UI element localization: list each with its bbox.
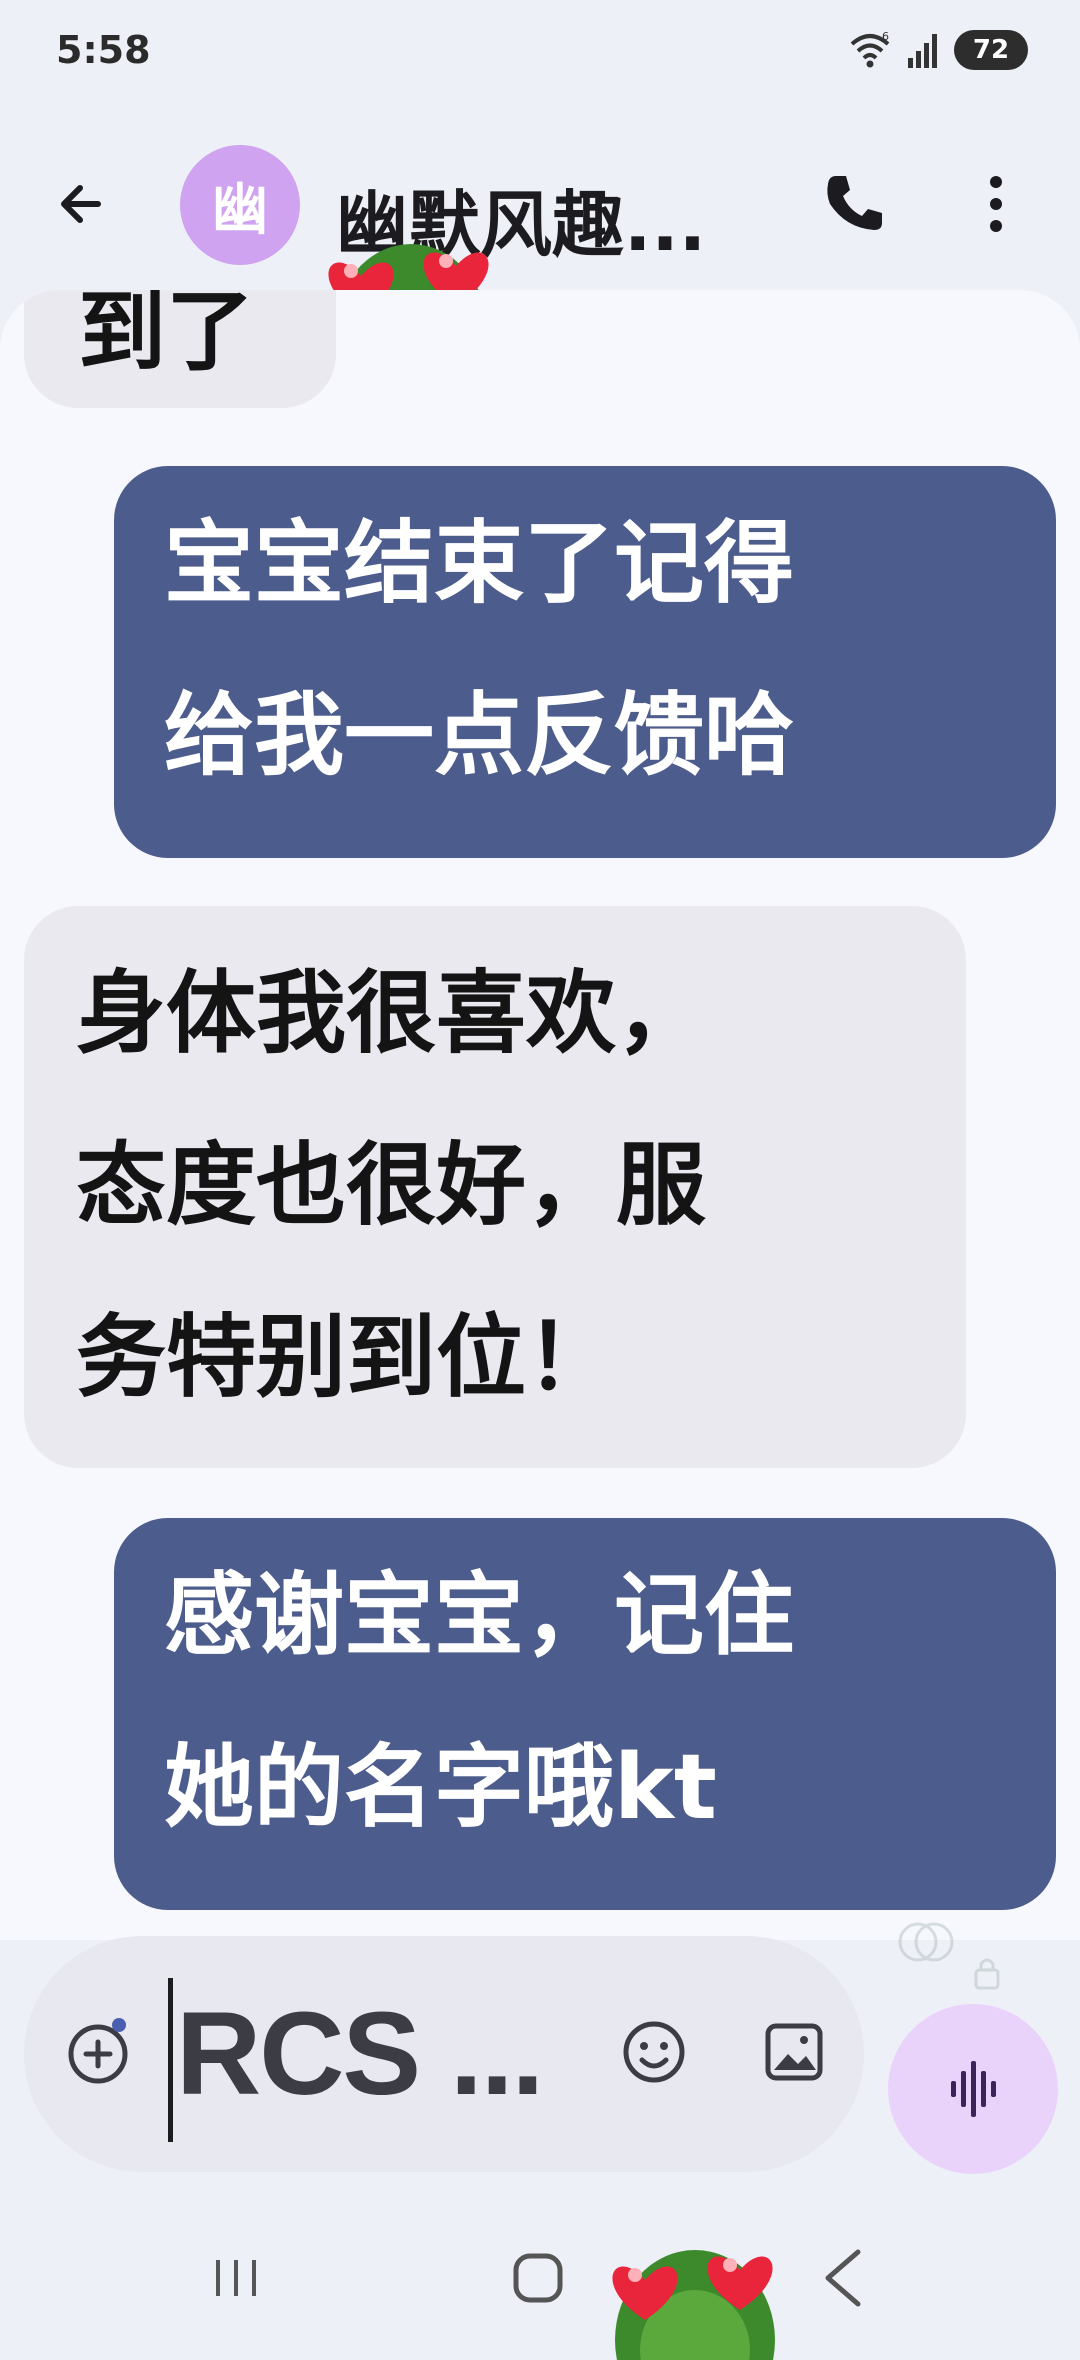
waveform-icon xyxy=(951,2061,996,2117)
message-bubble-incoming[interactable]: 到了 xyxy=(24,290,336,408)
status-bar: 5:58 6 72 xyxy=(0,0,1080,110)
message-bubble-incoming[interactable]: 身体我很喜欢， 态度也很好，服 务特别到位！ xyxy=(24,906,966,1468)
voice-message-button[interactable] xyxy=(888,2004,1058,2174)
message-bubble-outgoing[interactable]: 感谢宝宝，记住 她的名字哦kt xyxy=(114,1518,1056,1910)
svg-text:6: 6 xyxy=(882,30,889,43)
conversation-header: 幽 幽默风趣... xyxy=(0,130,1080,428)
status-time: 5:58 xyxy=(56,28,151,72)
status-icons: 6 72 xyxy=(848,30,1028,70)
phone-icon[interactable] xyxy=(816,166,892,242)
signal-icon xyxy=(908,34,937,68)
text-cursor xyxy=(168,1978,173,2142)
back-arrow-icon[interactable] xyxy=(48,168,120,240)
more-options-icon[interactable] xyxy=(966,166,1026,242)
emoji-icon[interactable] xyxy=(612,2010,696,2094)
nav-back-icon[interactable] xyxy=(818,2246,868,2310)
wifi-icon: 6 xyxy=(850,30,890,68)
dinosaur-heart-eyes-sticker xyxy=(612,2250,775,2360)
notification-dot xyxy=(112,2018,126,2032)
message-composer: RCS ... xyxy=(24,1936,864,2172)
read-receipt-icon xyxy=(898,1922,954,1962)
battery-indicator: 72 xyxy=(954,30,1028,70)
message-bubble-outgoing[interactable]: 宝宝结束了记得 给我一点反馈哈 xyxy=(114,466,1056,858)
image-gallery-icon[interactable] xyxy=(752,2010,836,2094)
message-input[interactable]: RCS ... xyxy=(176,1986,544,2122)
message-list[interactable]: 到了 宝宝结束了记得 给我一点反馈哈 身体我很喜欢， 态度也很好，服 务特别到位… xyxy=(0,290,1080,1940)
navigation-bar xyxy=(0,2210,1080,2340)
contact-avatar[interactable]: 幽 xyxy=(180,145,300,265)
lock-icon xyxy=(974,1958,1000,1990)
recent-apps-icon[interactable] xyxy=(208,2250,264,2306)
home-icon[interactable] xyxy=(508,2248,568,2308)
